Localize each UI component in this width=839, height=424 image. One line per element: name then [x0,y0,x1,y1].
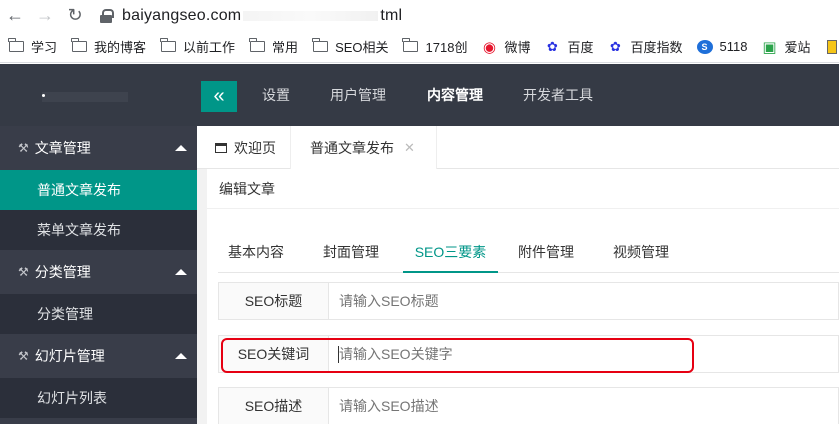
browser-toolbar: ← → ↻ baiyangseo.com tml [0,0,839,31]
top-nav: 设置 用户管理 内容管理 开发者工具 [262,64,633,126]
logo-dot [42,94,45,97]
window-icon [215,142,227,153]
logo-redacted [42,92,128,102]
text-cursor [338,346,339,363]
tools-icon: ⚒ [18,265,29,279]
tab-label: 普通文章发布 [310,139,394,156]
sidebar-group-category[interactable]: ⚒ 分类管理 [0,250,197,294]
subtab-video[interactable]: 视频管理 [613,232,669,273]
bookmark-aizhan[interactable]: ▣ 爱站 [761,37,810,56]
baidu-paw-icon: ✿ [610,38,621,54]
sidebar: ⚒ 文章管理 普通文章发布 菜单文章发布 ⚒ 分类管理 分类管理 ⚒ 幻灯片管理… [0,126,197,424]
folder-icon [70,38,87,52]
sidebar-group-label: 文章管理 [34,140,91,156]
sidebar-group-label: 分类管理 [34,264,91,280]
tools-icon: ⚒ [18,141,29,155]
bookmark-baidu[interactable]: ✿ 百度 [544,37,593,56]
bookmark-label: 学习 [31,40,58,55]
subtab-seo[interactable]: SEO三要素 [403,232,498,273]
url-text-end: tml [380,6,403,24]
seo-keywords-label: SEO关键词 [219,336,329,372]
aizhan-icon: ▣ [762,38,777,56]
bookmarks-bar: 学习 我的博客 以前工作 常用 SEO相关 1718创 ◉ 微博 ✿ 百度 ✿ 百度指… [0,31,839,63]
bookmark-label: SEO相关 [335,40,389,55]
seo-keywords-row: SEO关键词 [218,335,839,373]
bookmark-more[interactable] [824,39,839,54]
sidebar-item-normal-article[interactable]: 普通文章发布 [0,170,197,210]
card-title: 编辑文章 [207,169,839,209]
main-content: 欢迎页 普通文章发布 ✕ 编辑文章 [197,126,839,424]
bookmark-xuexi[interactable]: 学习 [7,37,58,56]
bookmark-label: 百度 [567,40,594,55]
5118-icon: S [696,39,713,54]
bookmark-former-work[interactable]: 以前工作 [159,37,236,56]
bookmark-label: 1718创 [425,40,468,55]
bookmark-label: 常用 [272,40,299,55]
seo-keywords-input[interactable] [329,336,838,372]
folder-icon [311,38,328,52]
bookmark-label: 爱站 [784,40,811,55]
sidebar-item-slide-list[interactable]: 幻灯片列表 [0,378,197,418]
url-text-start: baiyangseo.com [122,6,242,24]
subtab-attachments[interactable]: 附件管理 [518,232,574,273]
back-arrow-icon[interactable]: ← [0,0,30,31]
caret-up-icon [175,269,187,275]
tab-normal-article[interactable]: 普通文章发布 ✕ [291,126,437,169]
bookmark-blog[interactable]: 我的博客 [70,37,147,56]
url-bar[interactable]: baiyangseo.com tml [100,3,402,29]
sidebar-group-article[interactable]: ⚒ 文章管理 [0,126,197,170]
seo-description-input[interactable] [329,388,838,424]
lock-icon [100,8,114,23]
subtab-basic[interactable]: 基本内容 [228,232,284,273]
baidu-paw-icon: ✿ [547,38,558,54]
folder-icon [248,38,265,52]
bookmark-5118[interactable]: S 5118 [696,39,748,54]
nav-user-management[interactable]: 用户管理 [330,85,386,105]
nav-developer-tools[interactable]: 开发者工具 [523,85,593,105]
tools-icon: ⚒ [18,349,29,363]
caret-up-icon [175,353,187,359]
sub-tabs: 基本内容 封面管理 SEO三要素 附件管理 视频管理 [218,232,839,273]
bookmark-label: 我的博客 [94,40,147,55]
seo-description-label: SEO描述 [219,388,329,424]
seo-title-label: SEO标题 [219,283,329,319]
bookmark-label: 5118 [719,39,748,54]
folder-icon [7,38,24,52]
forward-arrow-icon[interactable]: → [30,0,60,31]
seo-title-row: SEO标题 [218,282,839,320]
sidebar-group-slides[interactable]: ⚒ 幻灯片管理 [0,334,197,378]
weibo-icon: ◉ [482,38,496,56]
folder-icon [402,38,419,52]
folder-icon [159,38,176,52]
bookmark-label: 百度指数 [630,40,683,55]
tab-label: 欢迎页 [234,139,276,156]
nav-settings[interactable]: 设置 [262,85,290,105]
subtab-cover[interactable]: 封面管理 [323,232,379,273]
seo-title-input[interactable] [329,283,838,319]
caret-up-icon [175,145,187,151]
page-tabbar: 欢迎页 普通文章发布 ✕ [197,126,839,169]
url-redacted [243,10,379,21]
bookmark-weibo[interactable]: ◉ 微博 [481,37,531,56]
tab-welcome[interactable]: 欢迎页 [197,126,291,169]
nav-content-management[interactable]: 内容管理 [427,85,483,105]
seo-description-row: SEO描述 [218,387,839,424]
app-header: « 设置 用户管理 内容管理 开发者工具 [0,64,839,126]
sidebar-group-label: 幻灯片管理 [34,348,105,364]
bookmark-label: 以前工作 [183,40,236,55]
sidebar-item-category[interactable]: 分类管理 [0,294,197,334]
bookmark-common[interactable]: 常用 [248,37,299,56]
bookmark-baidu-index[interactable]: ✿ 百度指数 [607,37,682,56]
close-icon[interactable]: ✕ [404,140,415,156]
bookmark-1718[interactable]: 1718创 [402,37,468,56]
bookmark-page-icon [827,39,838,54]
double-chevron-left-icon: « [213,85,225,107]
collapse-sidebar-button[interactable]: « [201,81,237,112]
bookmark-seo[interactable]: SEO相关 [311,37,389,56]
reload-icon[interactable]: ↻ [60,0,90,31]
bookmark-label: 微博 [504,40,531,55]
sidebar-item-menu-article[interactable]: 菜单文章发布 [0,210,197,250]
